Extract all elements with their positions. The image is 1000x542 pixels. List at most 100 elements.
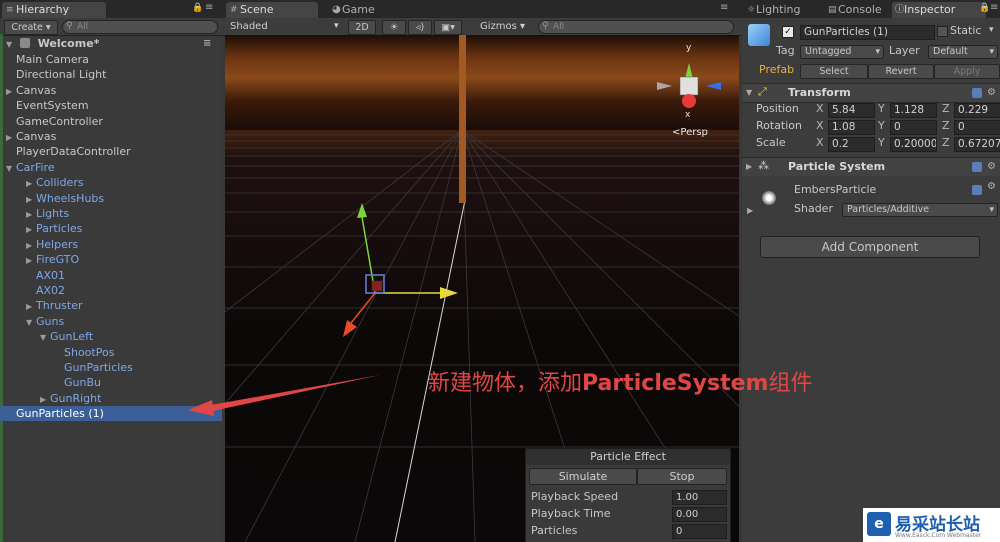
active-checkbox[interactable]: ✓ bbox=[782, 26, 794, 38]
scene-search-input[interactable]: ⚲ All bbox=[538, 20, 734, 34]
chevron-right-icon[interactable]: ▶ bbox=[26, 299, 36, 314]
tag-dropdown[interactable]: Untagged bbox=[800, 45, 884, 59]
simulate-button[interactable]: Simulate bbox=[529, 468, 637, 485]
create-dropdown[interactable]: Create ▾ bbox=[4, 20, 58, 35]
gear-icon[interactable]: ⚙ bbox=[987, 181, 996, 192]
hierarchy-item[interactable]: ▶ WheelsHubs bbox=[0, 191, 222, 206]
prefab-select-button[interactable]: Select bbox=[800, 64, 868, 79]
transform-x-field[interactable]: 1.08 bbox=[828, 120, 875, 135]
hierarchy-item[interactable]: PlayerDataController bbox=[0, 144, 222, 159]
transform-z-field[interactable]: 0.67207 bbox=[954, 137, 1000, 152]
chevron-right-icon[interactable]: ▶ bbox=[26, 238, 36, 253]
hierarchy-item[interactable]: Directional Light bbox=[0, 67, 222, 82]
panel-menu-icon[interactable]: ≡ bbox=[720, 2, 728, 13]
transform-y-field[interactable]: 0 bbox=[890, 120, 937, 135]
hierarchy-item[interactable]: ▼ CarFire bbox=[0, 160, 222, 175]
hierarchy-item[interactable]: Main Camera bbox=[0, 52, 222, 67]
transform-x-field[interactable]: 0.2 bbox=[828, 137, 875, 152]
gear-icon[interactable]: ⚙ bbox=[987, 158, 996, 176]
gizmos-dropdown[interactable]: Gizmos ▾ bbox=[480, 20, 525, 33]
hierarchy-item[interactable]: ▶ Helpers bbox=[0, 237, 222, 252]
tab-lighting[interactable]: ☼ Lighting bbox=[744, 2, 824, 18]
chevron-down-icon[interactable]: ▼ bbox=[6, 161, 16, 176]
chevron-right-icon[interactable]: ▶ bbox=[26, 207, 36, 222]
chevron-right-icon[interactable]: ▶ bbox=[26, 176, 36, 191]
panel-menu-icon[interactable]: ≡ bbox=[990, 2, 998, 13]
hierarchy-search-input[interactable]: ⚲ All bbox=[62, 20, 218, 34]
particle-system-header[interactable]: ▶ ⁂ Particle System ⚙ bbox=[742, 157, 1000, 177]
lock-icon[interactable]: 🔒 bbox=[192, 3, 203, 13]
x-axis-arrow[interactable] bbox=[440, 287, 458, 299]
add-component-button[interactable]: Add Component bbox=[760, 236, 980, 258]
hierarchy-item[interactable]: ▶ Thruster bbox=[0, 298, 222, 313]
tab-console-label: Console bbox=[838, 3, 882, 16]
transform-z-field[interactable]: 0.229 bbox=[954, 103, 1000, 118]
hierarchy-item[interactable]: ▶ Colliders bbox=[0, 175, 222, 190]
chevron-down-icon: ▾ bbox=[334, 21, 339, 31]
hierarchy-item[interactable]: AX01 bbox=[0, 268, 222, 283]
hierarchy-item[interactable]: ▶ Particles bbox=[0, 221, 222, 236]
chevron-right-icon[interactable]: ▶ bbox=[746, 158, 752, 176]
inspector-tabbar: ☼ Lighting ▤ Console ⓘ Inspector 🔒 ≡ bbox=[742, 0, 1000, 18]
playback-speed-field[interactable]: 1.00 bbox=[672, 490, 727, 505]
tab-inspector[interactable]: ⓘ Inspector bbox=[892, 2, 986, 18]
hierarchy-item[interactable]: EventSystem bbox=[0, 98, 222, 113]
panel-menu-icon[interactable]: ≡ bbox=[205, 2, 213, 13]
chevron-right-icon[interactable]: ▶ bbox=[6, 130, 16, 145]
hierarchy-item[interactable]: GameController bbox=[0, 114, 222, 129]
chevron-down-icon[interactable]: ▼ bbox=[746, 84, 752, 102]
scene-root-row[interactable]: ▼ Welcome* ≡ bbox=[0, 36, 222, 51]
chevron-right-icon[interactable]: ▶ bbox=[6, 84, 16, 99]
transform-z-field[interactable]: 0 bbox=[954, 120, 1000, 135]
lock-icon[interactable]: 🔒 bbox=[979, 3, 990, 13]
chevron-right-icon[interactable]: ▶ bbox=[26, 253, 36, 268]
hierarchy-item[interactable]: ▶ Canvas bbox=[0, 83, 222, 98]
tab-hierarchy[interactable]: ≡ Hierarchy bbox=[2, 2, 106, 18]
chevron-right-icon[interactable]: ▶ bbox=[40, 392, 50, 407]
shading-mode-dropdown[interactable]: Shaded ▾ bbox=[230, 20, 340, 33]
stop-button[interactable]: Stop bbox=[637, 468, 727, 485]
chevron-right-icon[interactable]: ▶ bbox=[26, 192, 36, 207]
prefab-apply-button[interactable]: Apply bbox=[934, 64, 1000, 79]
prefab-revert-button[interactable]: Revert bbox=[868, 64, 934, 79]
y-axis-arrow[interactable] bbox=[357, 203, 367, 218]
chevron-down-icon[interactable]: ▼ bbox=[40, 330, 50, 345]
hierarchy-item[interactable]: ▼ GunLeft bbox=[0, 329, 222, 344]
hierarchy-item-label: GunParticles bbox=[64, 361, 133, 374]
transform-y-field[interactable]: 0.20000 bbox=[890, 137, 937, 152]
chevron-down-icon[interactable]: ▼ bbox=[26, 315, 36, 330]
transform-x-field[interactable]: 5.84 bbox=[828, 103, 875, 118]
hierarchy-item[interactable]: ▶ FireGTO bbox=[0, 252, 222, 267]
shader-dropdown[interactable]: Particles/Additive bbox=[842, 203, 998, 217]
gear-icon[interactable]: ⚙ bbox=[987, 84, 996, 102]
tab-game[interactable]: ◕ Game bbox=[328, 2, 406, 18]
object-name-field[interactable]: GunParticles (1) bbox=[800, 25, 935, 40]
transform-header[interactable]: ▼ ⤢ Transform ⚙ bbox=[742, 83, 1000, 103]
z-axis-arrow[interactable] bbox=[343, 320, 357, 337]
hierarchy-item[interactable]: ▶ Canvas bbox=[0, 129, 222, 144]
layer-dropdown[interactable]: Default bbox=[928, 45, 998, 59]
chevron-down-icon[interactable]: ▼ bbox=[6, 37, 16, 52]
hierarchy-item[interactable]: ▼ Guns bbox=[0, 314, 222, 329]
persp-label[interactable]: <Persp bbox=[672, 127, 708, 138]
scene-viewport[interactable]: y x <Persp Particle Effect Simulate Stop… bbox=[225, 35, 739, 542]
help-icon[interactable] bbox=[972, 88, 982, 98]
help-icon[interactable] bbox=[972, 162, 982, 172]
scene-lighting-button[interactable]: ☀ bbox=[382, 20, 406, 35]
transform-y-field[interactable]: 1.128 bbox=[890, 103, 937, 118]
chevron-right-icon[interactable]: ▶ bbox=[747, 206, 753, 215]
hierarchy-item-label: GunLeft bbox=[50, 330, 94, 344]
scene-audio-button[interactable]: ◃) bbox=[408, 20, 432, 35]
chevron-down-icon[interactable]: ▾ bbox=[989, 25, 994, 35]
scene-menu-icon[interactable]: ≡ bbox=[203, 36, 211, 51]
playback-time-field[interactable]: 0.00 bbox=[672, 507, 727, 522]
chevron-right-icon[interactable]: ▶ bbox=[26, 222, 36, 237]
help-icon[interactable] bbox=[972, 185, 982, 195]
tab-scene[interactable]: # Scene bbox=[226, 2, 318, 18]
hierarchy-item[interactable]: ShootPos bbox=[0, 345, 222, 360]
hierarchy-item[interactable]: AX02 bbox=[0, 283, 222, 298]
static-checkbox[interactable] bbox=[937, 26, 948, 37]
2d-toggle-button[interactable]: 2D bbox=[348, 20, 376, 35]
scene-effects-button[interactable]: ▣▾ bbox=[434, 20, 462, 35]
hierarchy-item[interactable]: ▶ Lights bbox=[0, 206, 222, 221]
